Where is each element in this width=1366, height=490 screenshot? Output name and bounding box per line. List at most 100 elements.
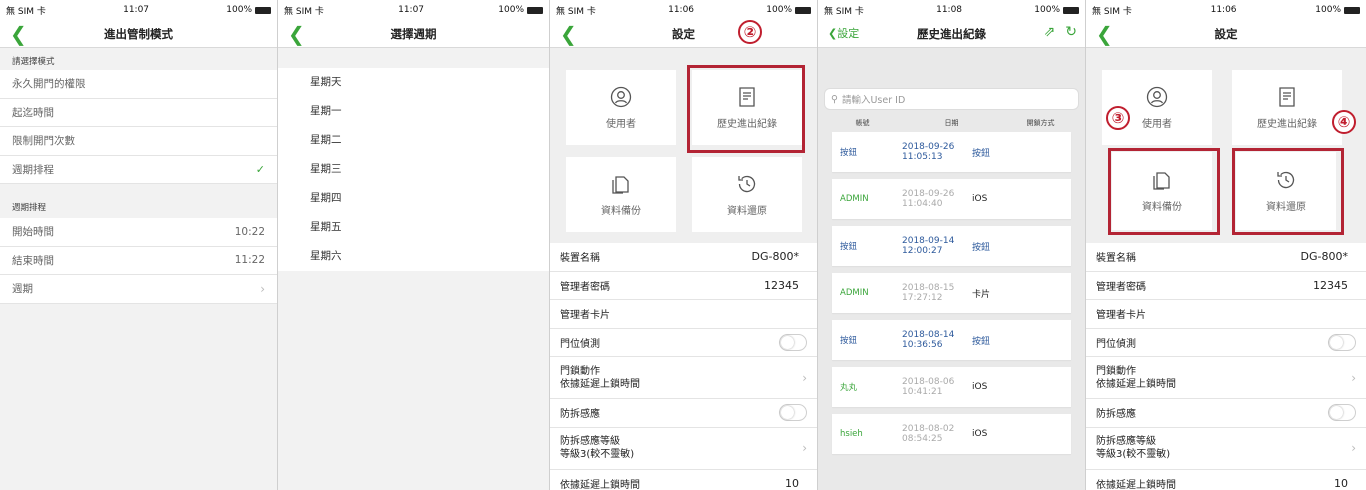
battery-label: 100% xyxy=(226,5,252,15)
mode-option[interactable]: 限制開門次數 xyxy=(0,127,277,156)
restore-tile[interactable]: 資料還原 xyxy=(692,157,802,232)
battery-icon xyxy=(1344,6,1360,14)
tamper-level-row[interactable]: 防拆感應等級 等級3(較不靈敏) › xyxy=(550,427,817,470)
lock-action-row[interactable]: 門鎖動作 依據延遲上鎖時間 › xyxy=(1086,357,1366,399)
search-input[interactable]: ⚲ 請輸入User ID xyxy=(824,88,1079,110)
battery-icon xyxy=(795,6,811,14)
step-badge-2: ② xyxy=(738,20,762,44)
history-record[interactable]: 按鈕 2018-08-14 10:36:56 按鈕 xyxy=(832,320,1071,360)
record-account: ADMIN xyxy=(840,194,869,204)
record-account: hsieh xyxy=(840,429,863,439)
section-header: 週期排程 xyxy=(0,198,277,218)
record-datetime: 2018-08-02 08:54:25 xyxy=(902,424,955,444)
history-record[interactable]: 按鈕 2018-09-26 11:05:13 按鈕 xyxy=(832,132,1071,172)
tamper-toggle[interactable] xyxy=(779,404,807,422)
weekday-item[interactable]: 星期六 xyxy=(278,242,549,271)
section-header: 請選擇模式 xyxy=(0,48,277,70)
lock-action-row[interactable]: 門鎖動作 依據延遲上鎖時間 › xyxy=(550,357,817,399)
select-period-screen: 無 SIM 卡 11:07 100% ❮ 選擇週期 星期天 星期一 星期二 星期三 星… xyxy=(278,0,550,490)
delay-lock-row[interactable]: 依據延遲上鎖時間 10 xyxy=(550,469,817,490)
history-record[interactable]: hsieh 2018-08-02 08:54:25 iOS xyxy=(832,414,1071,454)
admin-card-row[interactable]: 管理者卡片 xyxy=(1086,300,1366,329)
start-time-row[interactable]: 開始時間 10:22 xyxy=(0,218,277,247)
door-sensor-row: 門位偵測 xyxy=(550,328,817,357)
device-name-row[interactable]: 裝置名稱 DG-800* xyxy=(1086,243,1366,272)
step-badge-4: ④ xyxy=(1332,110,1356,134)
chevron-right-icon: › xyxy=(1351,441,1356,455)
history-body: ⚲ 請輸入User ID 帳號 日期 開鎖方式 按鈕 2018-09-26 11:05:1… xyxy=(818,48,1085,490)
record-account: 按鈕 xyxy=(840,148,858,158)
history-record[interactable]: ADMIN 2018-08-15 17:27:12 卡片 xyxy=(832,273,1071,313)
tamper-level-row[interactable]: 防拆感應等級 等級3(較不靈敏) › xyxy=(1086,427,1366,470)
weekday-item[interactable]: 星期二 xyxy=(278,126,549,155)
settings-screen-2: 無 SIM 卡 11:06 100% ❮ 設定 使用者 歷史進出紀錄 資料備份 資料還… xyxy=(1086,0,1366,490)
admin-password-row[interactable]: 管理者密碼 12345 xyxy=(1086,271,1366,300)
history-record[interactable]: 丸丸 2018-08-06 10:41:21 iOS xyxy=(832,367,1071,407)
status-bar: 無 SIM 卡 11:08 100% xyxy=(818,0,1085,20)
record-method: 按鈕 xyxy=(972,148,991,159)
chevron-right-icon: › xyxy=(802,370,807,385)
end-time-row[interactable]: 結束時間 11:22 xyxy=(0,246,277,275)
period-row[interactable]: 週期 › xyxy=(0,275,277,304)
back-chevron-icon[interactable]: ❮ xyxy=(10,22,27,46)
history-record[interactable]: 按鈕 2018-09-14 12:00:27 按鈕 xyxy=(832,226,1071,266)
record-datetime: 2018-08-15 17:27:12 xyxy=(902,283,955,303)
record-list: 按鈕 2018-09-26 11:05:13 按鈕 ADMIN 2018-09-26 11:… xyxy=(818,132,1085,454)
nav-bar: ❮ 選擇週期 xyxy=(278,20,549,48)
back-chevron-icon[interactable]: ❮ xyxy=(1096,22,1113,46)
nav-bar: ❮設定 歷史進出紀錄 ⇗ ↻ xyxy=(818,20,1085,48)
weekday-item[interactable]: 星期五 xyxy=(278,213,549,242)
record-account: 按鈕 xyxy=(840,242,858,252)
record-datetime: 2018-09-14 12:00:27 xyxy=(902,236,955,256)
history-tile[interactable]: 歷史進出紀錄 xyxy=(1232,70,1342,145)
clock: 11:07 xyxy=(123,5,150,15)
admin-card-row[interactable]: 管理者卡片 xyxy=(550,300,817,329)
status-bar: 無 SIM 卡 11:06 100% xyxy=(1086,0,1366,20)
weekday-item[interactable]: 星期四 xyxy=(278,184,549,213)
highlight-frame-backup xyxy=(1108,148,1220,235)
page-title: 設定 xyxy=(672,26,695,41)
chevron-right-icon: › xyxy=(1351,370,1356,385)
user-icon xyxy=(1146,86,1168,108)
screenshot-strip: 無 SIM 卡 11:07 100% ❮ 進出管制模式 請選擇模式 永久開門的權限 起… xyxy=(0,0,1366,490)
record-datetime: 2018-09-26 11:05:13 xyxy=(902,142,955,162)
refresh-icon[interactable]: ↻ xyxy=(1065,24,1077,40)
door-sensor-toggle[interactable] xyxy=(779,333,807,351)
tamper-row: 防拆感應 xyxy=(550,399,817,428)
page-title: 設定 xyxy=(1214,26,1238,41)
nav-bar: ❮ 設定 xyxy=(1086,20,1366,48)
delay-lock-row[interactable]: 依據延遲上鎖時間 10 xyxy=(1086,469,1366,490)
highlight-frame-restore xyxy=(1232,148,1344,235)
mode-option[interactable]: 永久開門的權限 xyxy=(0,70,277,99)
chevron-right-icon: › xyxy=(260,281,265,296)
access-mode-screen: 無 SIM 卡 11:07 100% ❮ 進出管制模式 請選擇模式 永久開門的權限 起… xyxy=(0,0,278,490)
tamper-toggle[interactable] xyxy=(1328,404,1356,422)
export-icon[interactable]: ⇗ xyxy=(1044,24,1056,40)
battery-icon xyxy=(255,6,271,14)
weekday-item[interactable]: 星期三 xyxy=(278,155,549,184)
weekday-item[interactable]: 星期一 xyxy=(278,97,549,126)
door-sensor-toggle[interactable] xyxy=(1328,333,1356,351)
history-record[interactable]: ADMIN 2018-09-26 11:04:40 iOS xyxy=(832,179,1071,219)
back-button[interactable]: ❮設定 xyxy=(828,20,859,48)
mode-option[interactable]: 起迄時間 xyxy=(0,98,277,127)
backup-tile[interactable]: 資料備份 xyxy=(566,157,676,232)
weekday-item[interactable]: 星期天 xyxy=(278,68,549,97)
mode-option-selected[interactable]: 週期排程 ✓ xyxy=(0,155,277,184)
admin-password-row[interactable]: 管理者密碼 12345 xyxy=(550,271,817,300)
record-account: 按鈕 xyxy=(840,336,858,346)
users-tile[interactable]: 使用者 xyxy=(566,70,676,145)
user-icon xyxy=(610,86,632,108)
step-badge-3: ③ xyxy=(1106,106,1130,130)
settings-screen: 無 SIM 卡 11:06 100% ❮ 設定 ② 使用者 歷史進出紀錄 資料備份 資… xyxy=(550,0,818,490)
settings-tiles: 使用者 歷史進出紀錄 資料備份 資料還原 xyxy=(550,48,817,243)
record-method: iOS xyxy=(972,382,988,392)
weekday-list: 星期天 星期一 星期二 星期三 星期四 星期五 星期六 xyxy=(278,68,549,271)
back-chevron-icon[interactable]: ❮ xyxy=(288,22,305,46)
battery-icon xyxy=(527,6,543,14)
record-account: ADMIN xyxy=(840,288,869,298)
back-chevron-icon[interactable]: ❮ xyxy=(560,22,577,46)
status-bar: 無 SIM 卡 11:07 100% xyxy=(0,0,277,20)
carrier-label: 無 SIM 卡 xyxy=(6,6,46,17)
device-name-row[interactable]: 裝置名稱 DG-800* xyxy=(550,243,817,272)
